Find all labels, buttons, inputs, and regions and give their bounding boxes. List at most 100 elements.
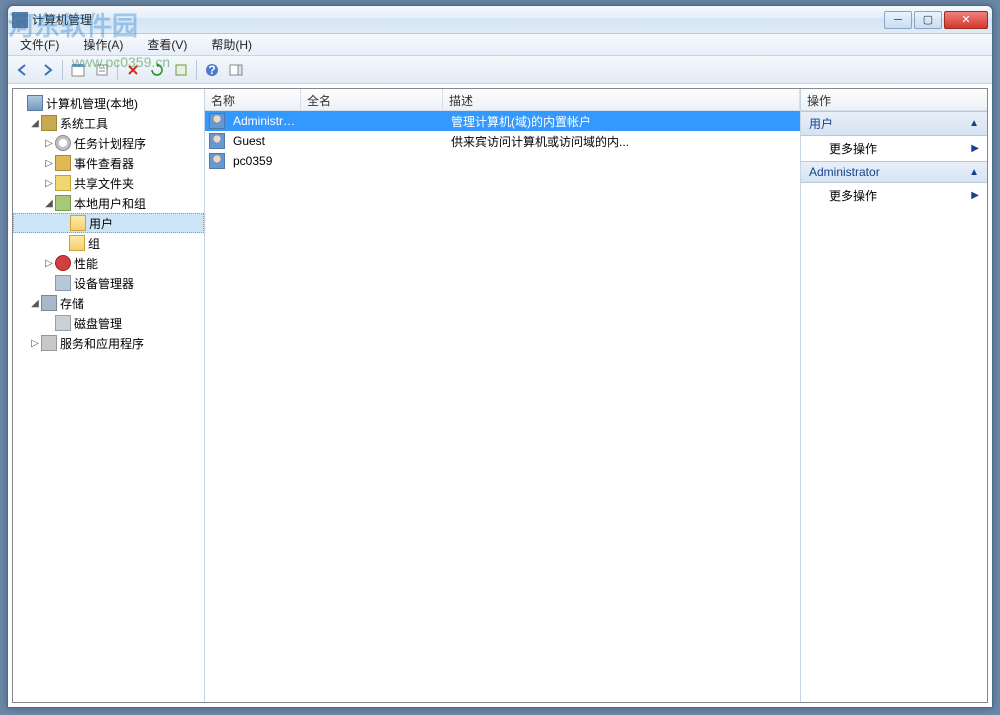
tree-label: 系统工具: [60, 115, 108, 132]
share-icon: [55, 175, 71, 191]
chevron-right-icon: ▶: [971, 190, 979, 201]
content-area: 计算机管理(本地) ◢ 系统工具 ▷ 任务计划程序 ▷ 事件查看器 ▷ 共享文件…: [12, 88, 988, 703]
tree-root[interactable]: 计算机管理(本地): [13, 93, 204, 113]
forward-button[interactable]: [36, 59, 58, 81]
main-window: 计算机管理 ─ ▢ ✕ 文件(F) 操作(A) 查看(V) 帮助(H) ?: [7, 5, 993, 708]
column-desc[interactable]: 描述: [443, 89, 800, 110]
expander-icon[interactable]: ▷: [43, 258, 55, 269]
user-icon: [209, 113, 225, 129]
disk-icon: [55, 315, 71, 331]
tree-local-users-groups[interactable]: ◢ 本地用户和组: [13, 193, 204, 213]
minimize-button[interactable]: ─: [884, 11, 912, 29]
list-header: 名称 全名 描述: [205, 89, 800, 111]
cell-name: pc0359: [227, 154, 303, 168]
cell-desc: 管理计算机(域)的内置帐户: [445, 113, 800, 130]
toolbar-separator: [196, 60, 197, 80]
refresh-button[interactable]: [146, 59, 168, 81]
action-label: 更多操作: [829, 140, 877, 157]
collapse-icon[interactable]: ▲: [969, 167, 979, 178]
cell-desc: 供来宾访问计算机或访问域的内...: [445, 133, 800, 150]
tree-label: 用户: [89, 215, 113, 232]
action-more-users[interactable]: 更多操作 ▶: [801, 136, 987, 161]
clock-icon: [55, 135, 71, 151]
column-name[interactable]: 名称: [205, 89, 301, 110]
properties-button[interactable]: [91, 59, 113, 81]
action-pane-title: 操作: [801, 89, 987, 111]
menubar: 文件(F) 操作(A) 查看(V) 帮助(H): [8, 34, 992, 56]
tree-device-manager[interactable]: 设备管理器: [13, 273, 204, 293]
user-icon: [209, 133, 225, 149]
collapse-icon[interactable]: ▲: [969, 118, 979, 129]
tree-performance[interactable]: ▷ 性能: [13, 253, 204, 273]
action-label: 更多操作: [829, 187, 877, 204]
tree-disk-management[interactable]: 磁盘管理: [13, 313, 204, 333]
toolbar-separator: [62, 60, 63, 80]
performance-icon: [55, 255, 71, 271]
section-label: 用户: [809, 115, 833, 132]
action-section-administrator[interactable]: Administrator ▲: [801, 161, 987, 183]
delete-button[interactable]: [122, 59, 144, 81]
tree-label: 设备管理器: [74, 275, 134, 292]
list-body[interactable]: Administrat... 管理计算机(域)的内置帐户 Guest 供来宾访问…: [205, 111, 800, 702]
tree-system-tools[interactable]: ◢ 系统工具: [13, 113, 204, 133]
titlebar[interactable]: 计算机管理 ─ ▢ ✕: [8, 6, 992, 34]
action-more-administrator[interactable]: 更多操作 ▶: [801, 183, 987, 208]
tree-shared-folders[interactable]: ▷ 共享文件夹: [13, 173, 204, 193]
svg-text:?: ?: [208, 63, 215, 77]
tree-label: 性能: [74, 255, 98, 272]
expander-icon[interactable]: ▷: [43, 138, 55, 149]
menu-help[interactable]: 帮助(H): [205, 34, 258, 55]
expander-icon[interactable]: ▷: [29, 338, 41, 349]
action-section-users[interactable]: 用户 ▲: [801, 111, 987, 136]
app-icon: [12, 12, 28, 28]
folder-icon: [69, 235, 85, 251]
tree-label: 服务和应用程序: [60, 335, 144, 352]
storage-icon: [41, 295, 57, 311]
window-title: 计算机管理: [32, 11, 884, 28]
tools-icon: [41, 115, 57, 131]
service-icon: [41, 335, 57, 351]
menu-view[interactable]: 查看(V): [141, 34, 193, 55]
user-icon: [209, 153, 225, 169]
tree-label: 计算机管理(本地): [46, 95, 138, 112]
tree-users[interactable]: 用户: [13, 213, 204, 233]
device-icon: [55, 275, 71, 291]
tree-storage[interactable]: ◢ 存储: [13, 293, 204, 313]
menu-file[interactable]: 文件(F): [14, 34, 65, 55]
maximize-button[interactable]: ▢: [914, 11, 942, 29]
action-pane: 操作 用户 ▲ 更多操作 ▶ Administrator ▲ 更多操作 ▶: [801, 89, 987, 702]
toolbar-separator: [117, 60, 118, 80]
export-button[interactable]: [170, 59, 192, 81]
tree-label: 共享文件夹: [74, 175, 134, 192]
column-fullname[interactable]: 全名: [301, 89, 443, 110]
expander-icon[interactable]: ◢: [29, 298, 41, 309]
expander-icon[interactable]: ▷: [43, 158, 55, 169]
tree-event-viewer[interactable]: ▷ 事件查看器: [13, 153, 204, 173]
toolbar: ?: [8, 56, 992, 84]
list-pane: 名称 全名 描述 Administrat... 管理计算机(域)的内置帐户 Gu…: [205, 89, 801, 702]
event-icon: [55, 155, 71, 171]
tree-label: 组: [88, 235, 100, 252]
expander-icon[interactable]: ◢: [43, 198, 55, 209]
computer-icon: [27, 95, 43, 111]
back-button[interactable]: [12, 59, 34, 81]
menu-action[interactable]: 操作(A): [77, 34, 129, 55]
list-row[interactable]: Administrat... 管理计算机(域)的内置帐户: [205, 111, 800, 131]
new-button[interactable]: [67, 59, 89, 81]
list-row[interactable]: Guest 供来宾访问计算机或访问域的内...: [205, 131, 800, 151]
tree-groups[interactable]: 组: [13, 233, 204, 253]
close-button[interactable]: ✕: [944, 11, 988, 29]
expander-icon[interactable]: ◢: [29, 118, 41, 129]
folder-icon: [70, 215, 86, 231]
expander-icon[interactable]: ▷: [43, 178, 55, 189]
help-button[interactable]: ?: [201, 59, 223, 81]
tree-task-scheduler[interactable]: ▷ 任务计划程序: [13, 133, 204, 153]
list-row[interactable]: pc0359: [205, 151, 800, 171]
users-group-icon: [55, 195, 71, 211]
tree-label: 磁盘管理: [74, 315, 122, 332]
section-label: Administrator: [809, 165, 880, 179]
tree-pane[interactable]: 计算机管理(本地) ◢ 系统工具 ▷ 任务计划程序 ▷ 事件查看器 ▷ 共享文件…: [13, 89, 205, 702]
actions-pane-button[interactable]: [225, 59, 247, 81]
tree-label: 存储: [60, 295, 84, 312]
tree-services-apps[interactable]: ▷ 服务和应用程序: [13, 333, 204, 353]
